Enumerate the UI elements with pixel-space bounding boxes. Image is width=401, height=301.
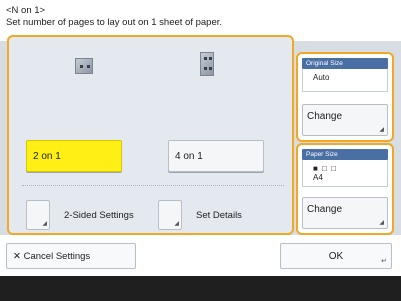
change-label: Change [307, 204, 343, 215]
corner-arrow-icon: ◢ [42, 221, 47, 227]
cancel-settings-button[interactable]: ✕ Cancel Settings [6, 243, 136, 269]
page-instruction: Set number of pages to lay out on 1 shee… [6, 17, 223, 28]
original-size-value: Auto [302, 69, 388, 92]
page-title: <N on 1> [6, 5, 46, 16]
paper-size-card: Paper Size ■ □ □ A4 Change ◢ [296, 143, 394, 235]
layout-selection-panel [7, 35, 294, 235]
two-on-one-icon [75, 58, 93, 74]
paper-drawer-icons: ■ □ □ [313, 164, 337, 173]
cancel-settings-label: Cancel Settings [23, 251, 91, 262]
set-details-label: Set Details [196, 210, 242, 221]
change-label: Change [307, 111, 343, 122]
ok-label: OK [328, 251, 344, 262]
original-size-card: Original Size Auto Change ◢ [296, 52, 394, 142]
paper-size-value: A4 [313, 173, 323, 182]
paper-size-header: Paper Size [302, 149, 388, 160]
header: <N on 1> Set number of pages to lay out … [6, 5, 222, 29]
paper-size-change-button[interactable]: Change ◢ [302, 197, 388, 229]
corner-arrow-icon: ◢ [379, 220, 384, 226]
option-2-on-1-button[interactable]: 2 on 1 [26, 140, 122, 172]
corner-arrow-icon: ◢ [379, 127, 384, 133]
close-icon: ✕ [13, 251, 21, 262]
option-4-on-1-button[interactable]: 4 on 1 [168, 140, 264, 172]
two-sided-settings-label: 2-Sided Settings [64, 210, 134, 221]
corner-arrow-icon: ◢ [174, 221, 179, 227]
panel-divider [22, 185, 284, 186]
ok-button[interactable]: OK ↵ [280, 243, 392, 269]
paper-size-info: ■ □ □ A4 [302, 160, 388, 187]
original-size-header: Original Size [302, 58, 388, 69]
status-footer [0, 276, 401, 301]
enter-arrow-icon: ↵ [381, 258, 387, 265]
four-on-one-icon [200, 52, 214, 76]
n-on-1-screen: <N on 1> Set number of pages to lay out … [0, 0, 401, 301]
original-size-change-button[interactable]: Change ◢ [302, 104, 388, 136]
two-sided-settings-button[interactable]: ◢ [26, 200, 50, 230]
set-details-button[interactable]: ◢ [158, 200, 182, 230]
